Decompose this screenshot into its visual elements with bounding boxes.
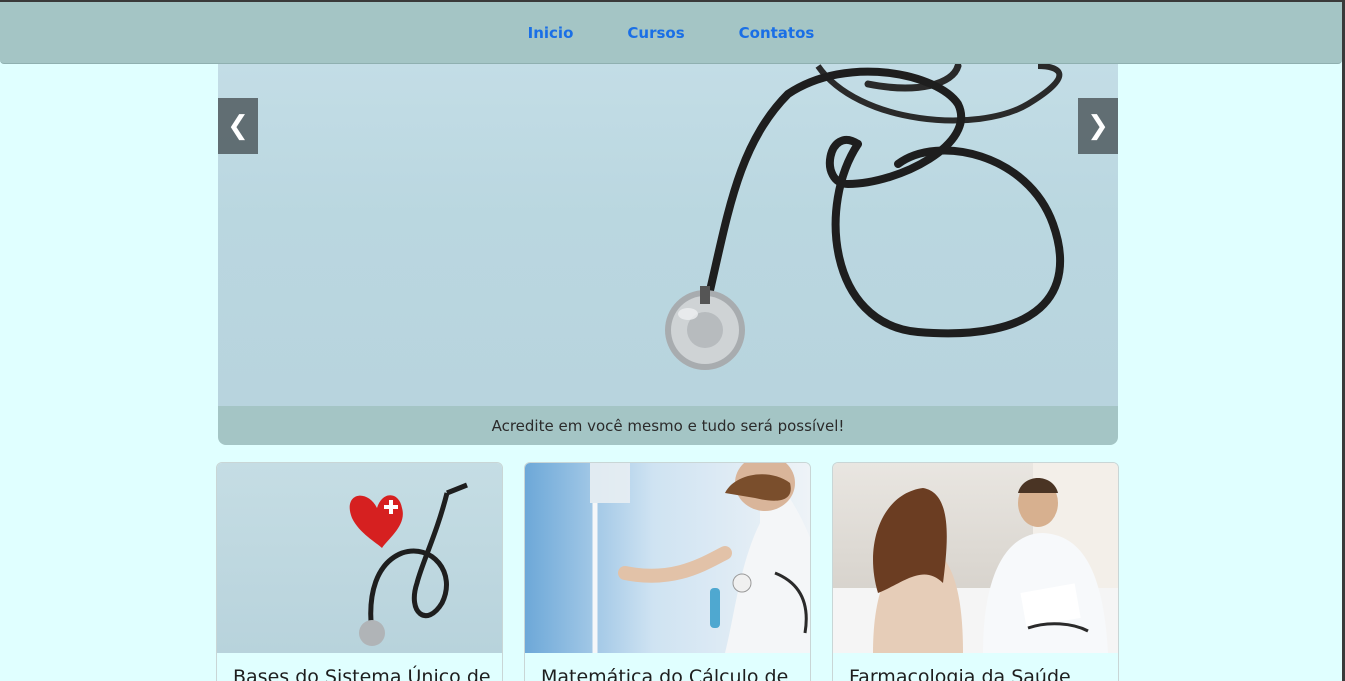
course-card[interactable]: Bases do Sistema Único de: [216, 462, 503, 681]
doctor-consultation-image: [833, 463, 1118, 653]
stethoscope-slide-image: [218, 64, 1118, 406]
carousel-next-button[interactable]: ❯: [1078, 98, 1118, 154]
nurse-iv-image: [525, 463, 810, 653]
carousel-prev-button[interactable]: ❮: [218, 98, 258, 154]
heart-stethoscope-image: [217, 463, 502, 653]
nav-link-cursos[interactable]: Cursos: [627, 24, 684, 42]
hero-carousel: ❮ ❯ Acredite em você mesmo e tudo será p…: [218, 64, 1118, 445]
course-card[interactable]: Farmacologia da Saúde: [832, 462, 1119, 681]
nav-link-inicio[interactable]: Inicio: [528, 24, 574, 42]
card-title[interactable]: Matemática do Cálculo de: [541, 666, 788, 681]
card-title[interactable]: Farmacologia da Saúde: [849, 666, 1071, 681]
top-navbar: Inicio Cursos Contatos: [0, 2, 1342, 64]
carousel-caption: Acredite em você mesmo e tudo será possí…: [218, 406, 1118, 445]
nav-link-contatos[interactable]: Contatos: [739, 24, 815, 42]
course-card[interactable]: Matemática do Cálculo de: [524, 462, 811, 681]
browser-viewport: Inicio Cursos Contatos ❮ ❯ Acredite em v…: [0, 0, 1345, 681]
card-title[interactable]: Bases do Sistema Único de: [233, 666, 491, 681]
